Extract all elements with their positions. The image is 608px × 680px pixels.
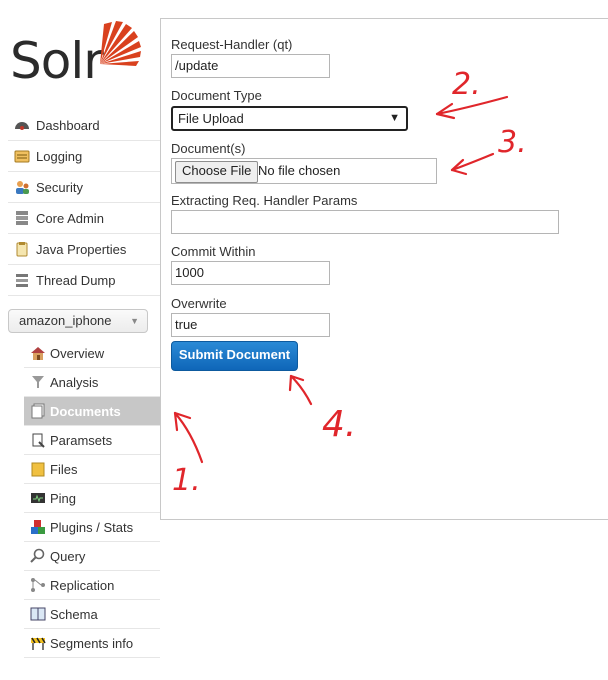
core-item-label: Schema [50,606,98,622]
schema-icon [30,607,46,621]
core-item-label: Overview [50,345,105,361]
core-item-query[interactable]: Query [24,542,160,571]
core-item-label: Plugins / Stats [50,519,134,535]
file-status: No file chosen [258,163,341,178]
java-properties-icon [16,242,28,257]
documents-label: Document(s) [171,141,246,156]
overview-icon [31,347,45,360]
core-item-label: Segments info [50,635,134,651]
segments-icon [31,637,46,650]
core-item-label: Documents [50,403,121,419]
thread-dump-icon [16,274,28,287]
sunburst-icon [100,21,141,66]
document-type-select[interactable]: File Upload ▼ [171,106,408,131]
nav-item-label: Thread Dump [36,272,116,288]
overwrite-label: Overwrite [171,296,227,311]
choose-file-button[interactable]: Choose File [175,161,259,183]
extracting-params-label: Extracting Req. Handler Params [171,193,358,208]
core-item-label: Paramsets [50,432,113,448]
nav-item-logging[interactable]: Logging [8,141,160,172]
document-file-input: Choose File No file chosen [171,158,437,184]
chevron-down-icon: ▼ [389,112,400,124]
overwrite-input[interactable]: true [171,313,330,337]
analysis-icon [32,376,44,388]
core-item-replication[interactable]: Replication [24,571,160,600]
nav-item-dashboard[interactable]: Dashboard [8,110,160,141]
nav-item-java-properties[interactable]: Java Properties [8,234,160,265]
core-item-schema[interactable]: Schema [24,600,160,629]
documents-icon [31,403,45,419]
solr-logo[interactable]: Solr [8,16,143,88]
core-item-segments-info[interactable]: Segments info [24,629,160,658]
query-icon [30,548,45,563]
extracting-params-input[interactable] [171,210,559,234]
core-selector-value: amazon_iphone [19,313,112,328]
core-admin-icon [16,211,28,225]
main-nav: Dashboard Logging Security Core Admin Ja… [8,110,160,296]
nav-item-thread-dump[interactable]: Thread Dump [8,265,160,296]
core-item-documents[interactable]: Documents [24,397,160,426]
nav-item-security[interactable]: Security [8,172,160,203]
request-handler-input[interactable]: /update [171,54,330,78]
nav-item-label: Core Admin [36,210,104,226]
nav-item-core-admin[interactable]: Core Admin [8,203,160,234]
logging-icon [14,150,30,163]
core-item-analysis[interactable]: Analysis [24,368,160,397]
core-item-label: Files [50,461,78,477]
paramsets-icon [32,433,45,448]
files-icon [31,462,45,477]
core-item-ping[interactable]: Ping [24,484,160,513]
core-menu: Overview Analysis Documents Paramsets Fi… [24,339,160,658]
core-item-label: Analysis [50,374,99,390]
nav-item-label: Dashboard [36,117,100,133]
core-item-label: Query [50,548,86,564]
core-item-files[interactable]: Files [24,455,160,484]
document-type-value: File Upload [178,111,244,126]
replication-icon [31,578,45,592]
plugins-icon [31,520,45,534]
commit-within-label: Commit Within [171,244,256,259]
nav-item-label: Java Properties [36,241,127,257]
request-handler-label: Request-Handler (qt) [171,37,293,52]
caret-down-icon: ▼ [130,316,139,326]
core-item-paramsets[interactable]: Paramsets [24,426,160,455]
core-item-plugins-stats[interactable]: Plugins / Stats [24,513,160,542]
nav-item-label: Logging [36,148,83,164]
dashboard-icon [15,122,29,130]
core-selector[interactable]: amazon_iphone ▼ [8,309,148,333]
core-item-overview[interactable]: Overview [24,339,160,368]
nav-item-label: Security [36,179,83,195]
core-item-label: Replication [50,577,115,593]
ping-icon [31,493,45,503]
submit-document-button[interactable]: Submit Document [171,341,298,371]
commit-within-input[interactable]: 1000 [171,261,330,285]
core-item-label: Ping [50,490,77,506]
security-icon [16,181,29,194]
document-type-label: Document Type [171,88,262,103]
logo-text: Solr [10,32,104,90]
